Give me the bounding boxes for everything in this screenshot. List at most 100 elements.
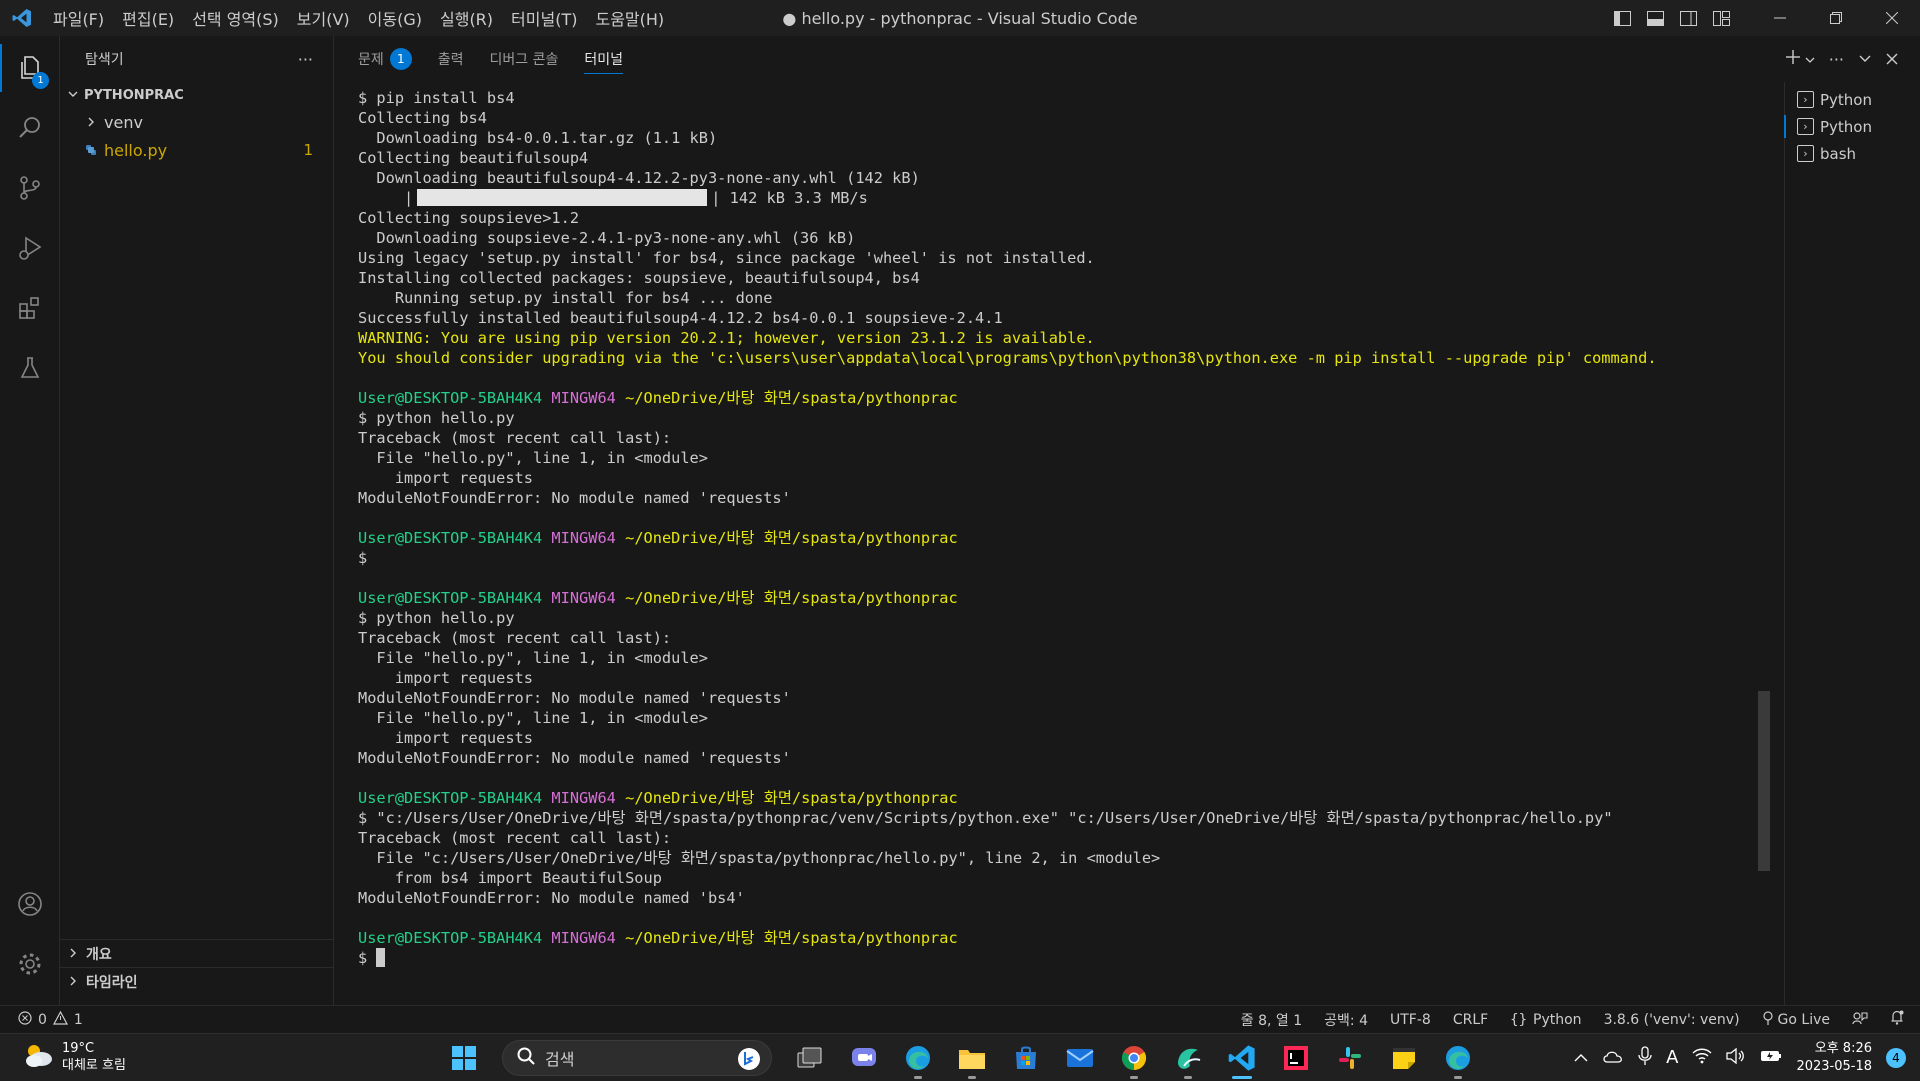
intellij-app-icon[interactable] (1274, 1036, 1318, 1080)
taskbar-search[interactable]: 검색 (502, 1039, 772, 1076)
task-view-icon[interactable] (788, 1036, 832, 1080)
start-windows-icon[interactable] (442, 1036, 486, 1080)
terminal-item-python[interactable]: › Python (1785, 86, 1920, 113)
edge-browser-icon[interactable] (896, 1036, 940, 1080)
notification-count-badge[interactable]: 4 (1886, 1047, 1906, 1068)
panel-more-icon[interactable]: ··· (1829, 50, 1844, 69)
timeline-section-header[interactable]: 타임라인 (60, 967, 334, 995)
source-control-icon[interactable] (0, 160, 60, 216)
menu-file[interactable]: 파일(F) (44, 6, 113, 30)
edge-browser-icon[interactable] (1436, 1036, 1480, 1080)
menu-help[interactable]: 도움말(H) (586, 6, 673, 30)
vscode-logo-icon[interactable] (0, 0, 44, 36)
terminal-item-bash[interactable]: › bash (1785, 140, 1920, 167)
vscode-taskbar-icon[interactable] (1220, 1036, 1264, 1080)
terminal-text: | 142 kB 3.3 MB/s (711, 189, 868, 207)
input-method-icon[interactable]: A (1666, 1047, 1678, 1068)
search-placeholder: 검색 (545, 1049, 575, 1069)
battery-charging-icon[interactable] (1760, 1048, 1782, 1067)
menu-selection[interactable]: 선택 영역(S) (183, 6, 288, 30)
tab-problems[interactable]: 문제 1 (358, 36, 412, 82)
close-panel-icon[interactable] (1886, 50, 1898, 69)
tab-debug-console[interactable]: 디버그 콘솔 (490, 36, 559, 82)
menu-run[interactable]: 실행(R) (431, 6, 502, 30)
terminal-line: File "hello.py", line 1, in <module> (358, 448, 1748, 468)
encoding[interactable]: UTF-8 (1390, 1012, 1431, 1028)
pycharm-like-app-icon[interactable] (1166, 1036, 1210, 1080)
end-of-line[interactable]: CRLF (1453, 1012, 1488, 1028)
testing-icon[interactable] (0, 340, 60, 396)
terminal-text: ~/OneDrive/바탕 화면/spasta/pythonprac (625, 529, 958, 547)
cursor-position[interactable]: 줄 8, 열 1 (1241, 1010, 1302, 1030)
outline-section-header[interactable]: 개요 (60, 939, 334, 967)
terminal-line: Collecting soupsieve>1.2 (358, 208, 1748, 228)
tree-item-hello-py[interactable]: hello.py 1 (60, 136, 333, 164)
indentation[interactable]: 공백: 4 (1324, 1010, 1368, 1030)
terminal-dropdown-chevron-icon[interactable] (1805, 50, 1815, 69)
sticky-notes-icon[interactable] (1382, 1036, 1426, 1080)
terminal-line: import requests (358, 468, 1748, 488)
close-window-icon[interactable] (1864, 0, 1920, 36)
settings-gear-icon[interactable] (0, 936, 60, 992)
new-terminal-plus-icon[interactable] (1785, 49, 1801, 69)
menu-terminal[interactable]: 터미널(T) (502, 6, 586, 30)
accounts-icon[interactable] (0, 876, 60, 932)
tree-item-venv[interactable]: venv (60, 108, 333, 136)
weather-widget[interactable]: 19°C 대체로 흐림 (22, 1040, 126, 1074)
maximize-panel-chevron-icon[interactable] (1858, 50, 1872, 69)
terminal-line: Traceback (most recent call last): (358, 828, 1748, 848)
terminal-line: File "hello.py", line 1, in <module> (358, 648, 1748, 668)
problems-status[interactable]: 0 1 (0, 1010, 83, 1029)
toggle-secondary-sidebar-icon[interactable] (1672, 0, 1705, 36)
minimize-icon[interactable] (1752, 0, 1808, 36)
terminal-line: import requests (358, 728, 1748, 748)
notifications-bell-icon[interactable] (1890, 1010, 1904, 1029)
terminal-line: Downloading bs4-0.0.1.tar.gz (1.1 kB) (358, 128, 1748, 148)
terminal-text: MINGW64 (551, 929, 616, 947)
weather-condition: 대체로 흐림 (62, 1058, 126, 1073)
python-interpreter[interactable]: 3.8.6 ('venv': venv) (1604, 1012, 1740, 1028)
onedrive-cloud-icon[interactable] (1602, 1048, 1624, 1067)
feedback-icon[interactable] (1852, 1011, 1868, 1029)
terminal-scrollbar[interactable] (1758, 691, 1770, 871)
more-actions-icon[interactable]: ··· (298, 50, 313, 69)
folder-section-header[interactable]: PYTHONPRAC (60, 82, 333, 108)
terminal-line: Collecting beautifulsoup4 (358, 148, 1748, 168)
toggle-primary-sidebar-icon[interactable] (1606, 0, 1639, 36)
timeline-label: 타임라인 (86, 974, 138, 991)
terminal-line: Using legacy 'setup.py install' for bs4,… (358, 248, 1748, 268)
explorer-icon[interactable]: 1 (0, 40, 60, 96)
explorer-sidebar: 탐색기 ··· PYTHONPRAC venv hello.py 1 개요 타임… (60, 36, 334, 1005)
explorer-title: 탐색기 (85, 52, 124, 68)
tab-output[interactable]: 출력 (438, 36, 464, 82)
terminal-output[interactable]: $ pip install bs4 Collecting bs4 Download… (358, 88, 1748, 998)
terminal-text: | (358, 189, 414, 207)
terminal-line: User@DESKTOP-5BAH4K4 MINGW64 ~/OneDrive/… (358, 588, 1748, 608)
menu-view[interactable]: 보기(V) (288, 6, 359, 30)
clock[interactable]: 오후 8:26 2023-05-18 (1796, 1040, 1872, 1076)
mail-icon[interactable] (1058, 1036, 1102, 1080)
restore-icon[interactable] (1808, 0, 1864, 36)
time: 오후 8:26 (1814, 1040, 1872, 1056)
slack-icon[interactable] (1328, 1036, 1372, 1080)
extensions-icon[interactable] (0, 280, 60, 336)
file-explorer-icon[interactable] (950, 1036, 994, 1080)
speaker-volume-icon[interactable] (1726, 1047, 1746, 1068)
chrome-browser-icon[interactable] (1112, 1036, 1156, 1080)
go-live[interactable]: Go Live (1762, 1010, 1830, 1029)
teams-chat-icon[interactable] (842, 1036, 886, 1080)
microsoft-store-icon[interactable] (1004, 1036, 1048, 1080)
wifi-icon[interactable] (1692, 1048, 1712, 1068)
customize-layout-icon[interactable] (1705, 0, 1738, 36)
menu-edit[interactable]: 편집(E) (113, 6, 183, 30)
language-mode[interactable]: {} Python (1510, 1012, 1581, 1028)
microphone-icon[interactable] (1638, 1045, 1652, 1070)
toggle-panel-icon[interactable] (1639, 0, 1672, 36)
terminal-item-python[interactable]: › Python (1784, 113, 1920, 140)
menu-go[interactable]: 이동(G) (359, 6, 431, 30)
show-hidden-icons-chevron-icon[interactable] (1574, 1048, 1588, 1067)
tab-terminal[interactable]: 터미널 (584, 36, 623, 82)
search-icon[interactable] (0, 100, 60, 156)
run-debug-icon[interactable] (0, 220, 60, 276)
